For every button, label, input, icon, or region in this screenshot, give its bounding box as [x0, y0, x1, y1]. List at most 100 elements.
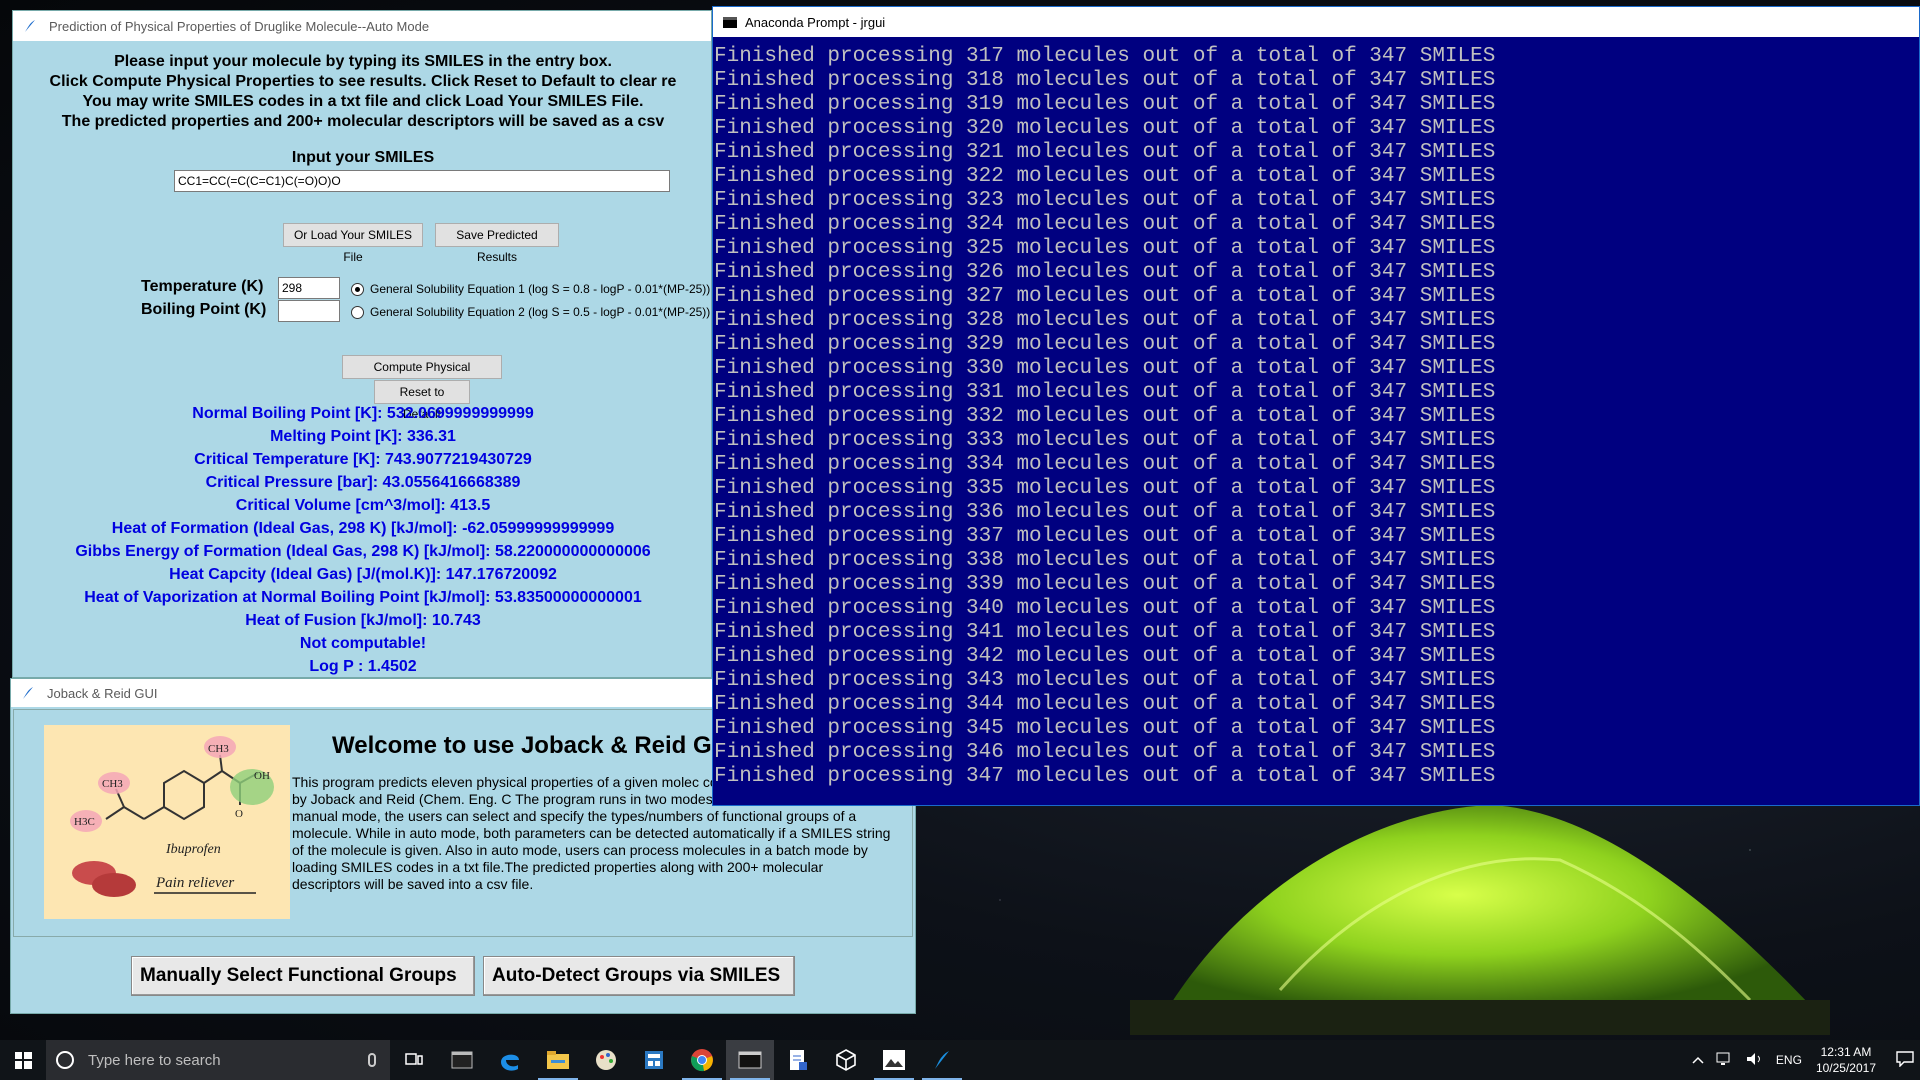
python-feather-icon[interactable] [918, 1040, 966, 1080]
console-line: Finished processing 342 molecules out of… [714, 645, 1496, 668]
microphone-icon[interactable] [368, 1053, 376, 1067]
jr-window-title: Joback & Reid GUI [47, 685, 158, 701]
manual-select-groups-button[interactable]: Manually Select Functional Groups [131, 956, 475, 996]
desktop-tent-wallpaper [1130, 805, 1830, 1035]
result-heat-of-vaporization: Heat of Vaporization at Normal Boiling P… [84, 589, 642, 606]
boiling-point-input[interactable] [278, 300, 340, 322]
file-explorer-icon[interactable] [534, 1040, 582, 1080]
temperature-label: Temperature (K) [141, 278, 264, 295]
console-line: Finished processing 334 molecules out of… [714, 453, 1496, 476]
console-line: Finished processing 330 molecules out of… [714, 357, 1496, 380]
cortana-icon [56, 1051, 74, 1069]
ch3-top-label: CH3 [208, 743, 229, 755]
smiles-input-label: Input your SMILES [291, 149, 435, 166]
result-heat-capacity: Heat Capcity (Ideal Gas) [J/(mol.K)]: 14… [169, 566, 557, 583]
boiling-point-label: Boiling Point (K) [141, 301, 267, 318]
auto-mode-window: Prediction of Physical Properties of Dru… [12, 10, 712, 678]
console-line: Finished processing 323 molecules out of… [714, 189, 1496, 212]
photos-icon[interactable] [870, 1040, 918, 1080]
gse2-label: General Solubility Equation 2 (log S = 0… [370, 305, 711, 319]
temperature-input[interactable] [278, 277, 340, 299]
auto-window-body: Please input your molecule by typing its… [13, 41, 711, 677]
result-boiling-point: Normal Boiling Point [K]: 532.0699999999… [192, 405, 534, 422]
instruction-line-1: Please input your molecule by typing its… [114, 53, 612, 70]
h3c-label: H3C [74, 816, 95, 828]
oh-label: OH [254, 770, 270, 782]
anaconda-prompt-window: Anaconda Prompt - jrgui Finished process… [712, 6, 1920, 806]
cmd-icon[interactable] [438, 1040, 486, 1080]
auto-window-titlebar[interactable]: Prediction of Physical Properties of Dru… [13, 11, 711, 41]
gse1-radio[interactable] [351, 282, 364, 296]
result-critical-temperature: Critical Temperature [K]: 743.9077219430… [194, 451, 532, 468]
console-line: Finished processing 326 molecules out of… [714, 261, 1496, 284]
console-line: Finished processing 319 molecules out of… [714, 93, 1496, 116]
system-tray: ENG 12:31 AM 10/25/2017 [1686, 1040, 1920, 1080]
gse1-option[interactable]: General Solubility Equation 1 (log S = 0… [351, 282, 710, 296]
anaconda-prompt-icon[interactable] [726, 1040, 774, 1080]
network-icon[interactable] [1716, 1052, 1734, 1069]
python-feather-icon [23, 687, 33, 699]
console-icon [723, 16, 737, 28]
console-output[interactable]: Finished processing 317 molecules out of… [713, 37, 1919, 805]
reset-to-default-button[interactable]: Reset to Default [374, 380, 470, 421]
gse1-label: General Solubility Equation 1 (log S = 0… [370, 282, 711, 296]
ibuprofen-label: Ibuprofen [165, 842, 221, 857]
chevron-up-icon[interactable] [1692, 1053, 1704, 1067]
console-line: Finished processing 343 molecules out of… [714, 669, 1496, 692]
windows-logo-icon [14, 1051, 32, 1069]
volume-icon[interactable] [1746, 1052, 1764, 1069]
console-line: Finished processing 336 molecules out of… [714, 501, 1496, 524]
language-indicator[interactable]: ENG [1776, 1053, 1802, 1067]
taskbar-search[interactable]: Type here to search [46, 1040, 390, 1080]
load-smiles-file-button[interactable]: Or Load Your SMILES File [283, 223, 423, 264]
calculator-icon[interactable] [630, 1040, 678, 1080]
pain-reliever-label: Pain reliever [155, 875, 234, 891]
result-not-computable: Not computable! [299, 635, 427, 652]
console-line: Finished processing 345 molecules out of… [714, 717, 1496, 740]
chrome-icon[interactable] [678, 1040, 726, 1080]
prompt-title: Anaconda Prompt - jrgui [745, 14, 886, 30]
console-line: Finished processing 340 molecules out of… [714, 597, 1496, 620]
prompt-titlebar[interactable]: Anaconda Prompt - jrgui [713, 7, 1919, 37]
console-line: Finished processing 317 molecules out of… [714, 45, 1496, 68]
console-line: Finished processing 321 molecules out of… [714, 141, 1496, 164]
clock-time: 12:31 AM [1820, 1045, 1872, 1059]
edge-icon[interactable] [486, 1040, 534, 1080]
result-heat-of-formation: Heat of Formation (Ideal Gas, 298 K) [kJ… [111, 520, 615, 537]
compute-physical-properties-button[interactable]: Compute Physical Properties [342, 355, 502, 396]
console-line: Finished processing 347 molecules out of… [714, 765, 1496, 788]
console-line: Finished processing 328 molecules out of… [714, 309, 1496, 332]
result-log-p: Log P : 1.4502 [309, 658, 417, 675]
console-line: Finished processing 346 molecules out of… [714, 741, 1496, 764]
console-line: Finished processing 318 molecules out of… [714, 69, 1496, 92]
task-view-icon[interactable] [390, 1040, 438, 1080]
clock[interactable]: 12:31 AM 10/25/2017 [1816, 1044, 1876, 1076]
notepad-icon[interactable] [774, 1040, 822, 1080]
console-line: Finished processing 322 molecules out of… [714, 165, 1496, 188]
action-center-icon[interactable] [1896, 1050, 1914, 1070]
instruction-line-2: Click Compute Physical Properties to see… [49, 73, 677, 90]
result-heat-of-fusion: Heat of Fusion [kJ/mol]: 10.743 [245, 612, 481, 629]
result-melting-point: Melting Point [K]: 336.31 [270, 428, 456, 445]
o-label: O [235, 808, 243, 820]
auto-detect-groups-button[interactable]: Auto-Detect Groups via SMILES [483, 956, 795, 996]
gse2-radio[interactable] [351, 305, 364, 319]
python-feather-icon [25, 20, 35, 32]
console-line: Finished processing 329 molecules out of… [714, 333, 1496, 356]
auto-window-title: Prediction of Physical Properties of Dru… [49, 18, 430, 34]
cube-icon[interactable] [822, 1040, 870, 1080]
console-line: Finished processing 320 molecules out of… [714, 117, 1496, 140]
start-button[interactable] [0, 1040, 46, 1080]
console-line: Finished processing 332 molecules out of… [714, 405, 1496, 428]
console-line: Finished processing 341 molecules out of… [714, 621, 1496, 644]
taskbar: Type here to search ENG 12:31 AM 10/25/2… [0, 1040, 1920, 1080]
gse2-option[interactable]: General Solubility Equation 2 (log S = 0… [351, 305, 710, 319]
ch3-left-label: CH3 [102, 778, 123, 790]
paint-icon[interactable] [582, 1040, 630, 1080]
save-predicted-results-button[interactable]: Save Predicted Results [435, 223, 559, 264]
smiles-input[interactable] [174, 170, 670, 192]
instruction-line-4: The predicted properties and 200+ molecu… [61, 113, 665, 130]
search-placeholder: Type here to search [88, 1051, 221, 1069]
jr-welcome-title: Welcome to use Joback & Reid G [332, 732, 712, 759]
result-gibbs-energy: Gibbs Energy of Formation (Ideal Gas, 29… [75, 543, 651, 560]
